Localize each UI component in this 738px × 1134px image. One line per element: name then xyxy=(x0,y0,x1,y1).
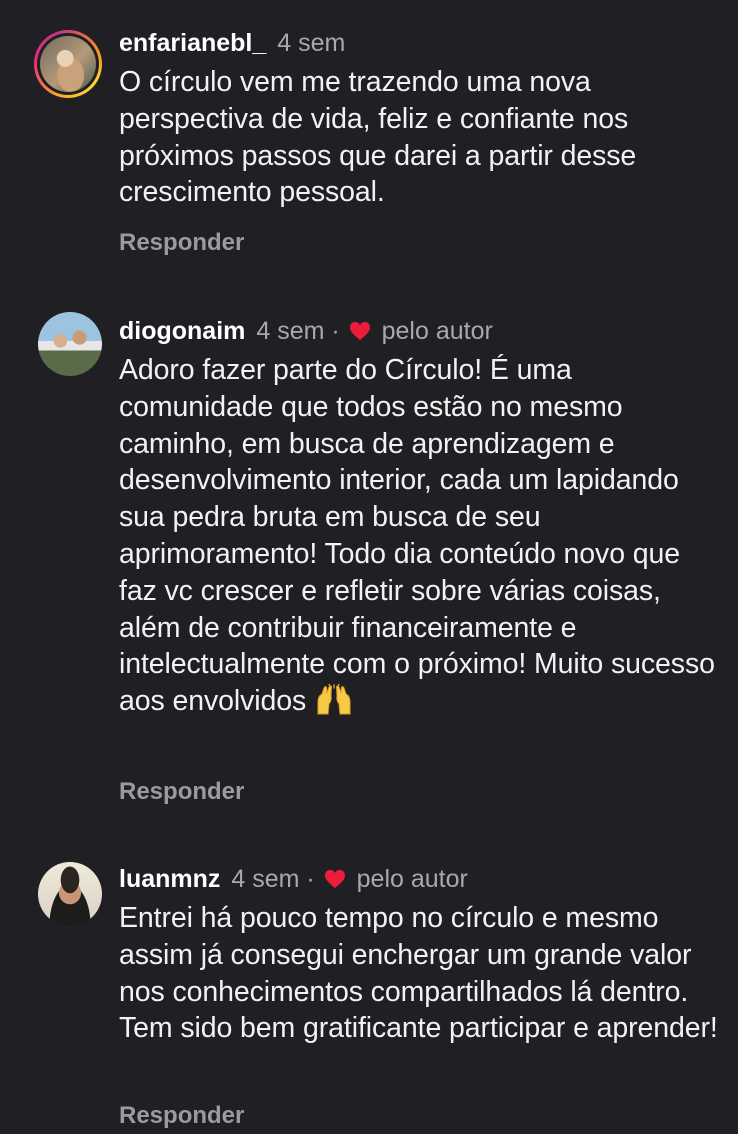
heart-icon xyxy=(349,321,370,341)
comment-text: Adoro fazer parte do Círculo! É uma comu… xyxy=(119,354,715,718)
avatar-wrap[interactable] xyxy=(38,312,102,376)
avatar-story-ring[interactable] xyxy=(34,30,102,98)
comment-item: luanmnz 4 sem · pelo autor Entrei há pou… xyxy=(0,840,738,1134)
timestamp: 4 sem xyxy=(277,29,346,57)
comment-item: diogonaim 4 sem · pelo autor Adoro fazer… xyxy=(0,290,738,840)
avatar xyxy=(38,862,102,926)
separator-dot: · xyxy=(306,865,315,893)
heart-icon xyxy=(324,869,345,889)
raising-hands-icon xyxy=(317,684,351,715)
timestamp: 4 sem xyxy=(231,865,300,893)
username[interactable]: enfarianebl_ xyxy=(119,29,266,57)
username[interactable]: diogonaim xyxy=(119,317,245,345)
username[interactable]: luanmnz xyxy=(119,865,220,893)
avatar-wrap[interactable] xyxy=(38,862,102,926)
comment-item: enfarianebl_ 4 sem O círculo vem me traz… xyxy=(0,0,738,290)
avatar xyxy=(38,312,102,376)
liked-by-author-label: pelo autor xyxy=(381,317,493,345)
reply-button[interactable]: Responder xyxy=(119,778,244,806)
reply-button[interactable]: Responder xyxy=(119,229,244,257)
separator-dot: · xyxy=(331,317,340,345)
timestamp: 4 sem xyxy=(256,317,325,345)
avatar xyxy=(40,36,96,92)
reply-button[interactable]: Responder xyxy=(119,1102,244,1130)
comment-text: O círculo vem me trazendo uma nova persp… xyxy=(119,66,637,209)
comment-text: Entrei há pouco tempo no círculo e mesmo… xyxy=(119,902,718,1045)
liked-by-author-label: pelo autor xyxy=(356,865,468,893)
